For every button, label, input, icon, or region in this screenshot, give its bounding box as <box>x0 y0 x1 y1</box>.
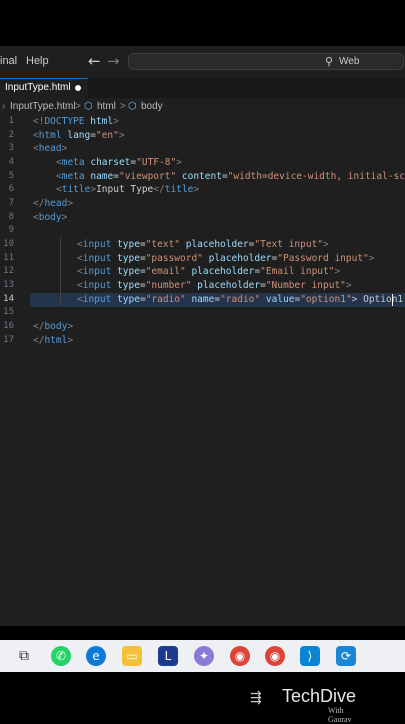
code-line-8: <body> <box>33 212 68 223</box>
code-line-14: <input type="radio" name="radio" value="… <box>77 294 404 305</box>
element-icon: ⬡ <box>84 101 93 112</box>
breadcrumb-body[interactable]: body <box>141 101 163 112</box>
task-view-icon[interactable]: ⧉ <box>14 646 34 666</box>
menu-help[interactable]: Help <box>26 55 49 67</box>
line-number: 2 <box>8 130 14 140</box>
line-number: 16 <box>3 321 14 331</box>
tab-inputtype[interactable]: InputType.html <box>0 78 88 98</box>
app-l-icon[interactable]: L <box>158 646 178 666</box>
vscode-icon[interactable]: ⟩ <box>300 646 320 666</box>
code-line-7: </head> <box>33 198 74 209</box>
search-text: Web <box>339 56 360 67</box>
line-number: 7 <box>8 198 14 208</box>
line-number-active: 14 <box>3 294 14 304</box>
breadcrumb-file[interactable]: InputType.html <box>10 101 76 112</box>
breadcrumb-separator-2: > <box>120 101 126 112</box>
app-icon[interactable]: ⟳ <box>336 646 356 666</box>
top-black-area <box>0 0 405 46</box>
line-number: 5 <box>8 171 14 181</box>
title-bar: inal Help ← → ⚲ Web <box>0 46 405 78</box>
line-number: 15 <box>3 307 14 317</box>
forward-arrow-icon[interactable]: → <box>107 52 120 70</box>
code-line-16: </body> <box>33 321 74 332</box>
back-arrow-icon[interactable]: ← <box>88 52 101 70</box>
line-number: 4 <box>8 157 14 167</box>
code-line-2: <html lang="en"> <box>33 130 125 141</box>
line-number: 11 <box>3 253 14 263</box>
search-icon: ⚲ <box>325 55 334 68</box>
breadcrumb-separator: > <box>75 101 81 112</box>
code-line-12: <input type="email" placeholder="Email i… <box>77 266 341 277</box>
breadcrumb-html[interactable]: html <box>97 101 116 112</box>
brand-subtitle: With Gaurav <box>328 706 352 724</box>
indent-guide <box>60 237 61 305</box>
chrome-icon-2[interactable]: ◉ <box>265 646 285 666</box>
line-number: 8 <box>8 212 14 222</box>
breadcrumb: › InputType.html > ⬡ html > ⬡ body <box>0 98 405 116</box>
element-icon-2: ⬡ <box>128 101 137 112</box>
code-line-10: <input type="text" placeholder="Text inp… <box>77 239 329 250</box>
code-line-11: <input type="password" placeholder="Pass… <box>77 253 375 264</box>
code-line-5: <meta name="viewport" content="width=dev… <box>56 171 405 182</box>
chrome-icon[interactable]: ◉ <box>230 646 250 666</box>
code-line-17: </html> <box>33 335 74 346</box>
text-cursor <box>392 294 393 306</box>
code-editor[interactable]: 1 2 3 4 5 6 7 8 9 10 11 12 13 14 15 16 1… <box>0 116 405 626</box>
search-box[interactable]: ⚲ Web <box>128 53 404 70</box>
code-line-1: <!DOCTYPE html> <box>33 116 119 127</box>
code-line-6: <title>Input Type</title> <box>56 184 200 195</box>
line-number: 6 <box>8 184 14 194</box>
copilot-icon[interactable]: ✦ <box>194 646 214 666</box>
line-number: 13 <box>3 280 14 290</box>
line-number: 1 <box>8 116 14 126</box>
edge-icon[interactable]: e <box>86 646 106 666</box>
file-explorer-icon[interactable]: ▭ <box>122 646 142 666</box>
techdive-logo-icon: ⇶ <box>250 690 262 706</box>
code-line-13: <input type="number" placeholder="Number… <box>77 280 352 291</box>
code-line-3: <head> <box>33 143 68 154</box>
line-number: 17 <box>3 335 14 345</box>
code-line-4: <meta charset="UTF-8"> <box>56 157 182 168</box>
menu-terminal[interactable]: inal <box>0 55 17 67</box>
tab-label: InputType.html <box>5 82 71 93</box>
unsaved-dot-icon[interactable] <box>75 85 81 91</box>
line-number: 9 <box>8 225 14 235</box>
line-number: 12 <box>3 266 14 276</box>
line-number: 10 <box>3 239 14 249</box>
line-number: 3 <box>8 143 14 153</box>
whatsapp-icon[interactable]: ✆ <box>51 646 71 666</box>
brand-name: TechDive <box>282 686 357 706</box>
chevron-right-icon: › <box>2 101 6 112</box>
taskbar: ⧉ ✆ e ▭ L ✦ ◉ ◉ ⟩ ⟳ <box>0 640 405 672</box>
tab-bar: InputType.html <box>0 78 405 98</box>
